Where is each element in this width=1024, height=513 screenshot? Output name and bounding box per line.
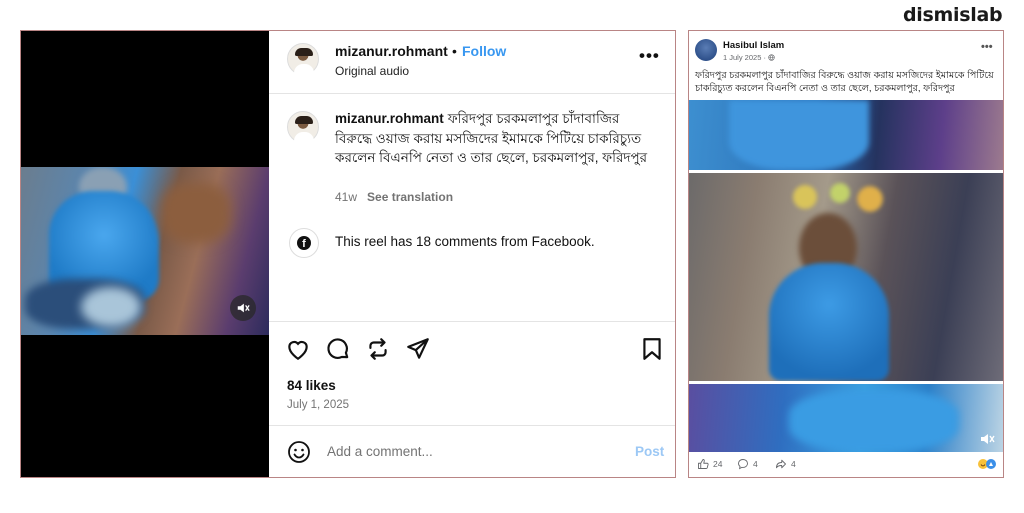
fb-avatar[interactable] [695, 39, 717, 61]
fb-like-button[interactable]: 24 [697, 458, 722, 470]
action-bar [285, 336, 665, 362]
heart-icon[interactable] [285, 336, 311, 362]
facebook-post-panel: Hasibul Islam 1 July 2025 · ••• ফরিদপুর … [688, 30, 1004, 478]
video-frame [689, 173, 1003, 381]
fb-caption: ফরিদপুর চরকমলাপুর চাঁদাবাজির বিরুদ্ধে ওয… [695, 70, 994, 94]
reaction-emoji-icon[interactable] [977, 458, 997, 470]
divider [269, 93, 675, 94]
caption-avatar[interactable] [287, 111, 319, 143]
comment-icon [738, 459, 748, 470]
emoji-icon[interactable] [287, 440, 311, 464]
more-options-icon[interactable]: ••• [639, 46, 660, 66]
muted-icon[interactable] [979, 431, 995, 447]
caption-age: 41w [335, 190, 358, 204]
share-icon[interactable] [405, 336, 431, 362]
reel-video[interactable] [21, 31, 269, 477]
divider [269, 425, 675, 426]
fb-video[interactable] [689, 100, 1003, 452]
fb-comment-button[interactable]: 4 [737, 458, 758, 470]
caption-username[interactable]: mizanur.rohmant [335, 111, 444, 126]
fb-post-date: 1 July 2025 · [723, 53, 775, 62]
username[interactable]: mizanur.rohmant [335, 43, 448, 59]
repost-icon[interactable] [365, 336, 391, 362]
muted-icon[interactable] [230, 295, 256, 321]
video-frame [689, 384, 1003, 452]
fb-share-count: 4 [791, 459, 796, 469]
fb-more-options-icon[interactable]: ••• [981, 41, 993, 53]
video-frame [689, 100, 1003, 170]
fb-share-button[interactable]: 4 [775, 458, 796, 470]
share-icon [776, 459, 786, 469]
instagram-post-panel: mizanur.rohmant • Follow Original audio … [20, 30, 676, 478]
fb-reaction-bar: 24 4 4 [689, 452, 1003, 477]
bookmark-icon[interactable] [639, 336, 665, 362]
facebook-badge: f [289, 228, 319, 258]
comment-input[interactable]: Add a comment... [327, 444, 433, 459]
follow-button[interactable]: Follow [462, 43, 506, 59]
audio-label[interactable]: Original audio [335, 64, 409, 78]
fb-author-name[interactable]: Hasibul Islam [723, 40, 784, 51]
post-date: July 1, 2025 [287, 399, 350, 411]
likes-count[interactable]: 84 likes [287, 378, 336, 393]
divider [269, 321, 675, 322]
fb-like-count: 24 [713, 459, 723, 469]
separator-dot: • [452, 43, 457, 59]
post-sidebar: mizanur.rohmant • Follow Original audio … [269, 31, 675, 477]
facebook-icon: f [297, 236, 311, 250]
globe-icon [768, 54, 775, 61]
dismislab-logo: dismislab [903, 4, 1003, 26]
avatar[interactable] [287, 43, 319, 75]
like-icon [698, 459, 709, 469]
comment-icon[interactable] [325, 336, 351, 362]
facebook-comments-note: This reel has 18 comments from Facebook. [335, 234, 595, 249]
caption: mizanur.rohmant ফরিদপুর চরকমলাপুর চাঁদাবা… [335, 109, 653, 168]
post-button[interactable]: Post [635, 444, 664, 459]
caption-meta: 41w See translation [335, 190, 453, 204]
see-translation-link[interactable]: See translation [367, 190, 453, 204]
fb-comment-count: 4 [753, 459, 758, 469]
